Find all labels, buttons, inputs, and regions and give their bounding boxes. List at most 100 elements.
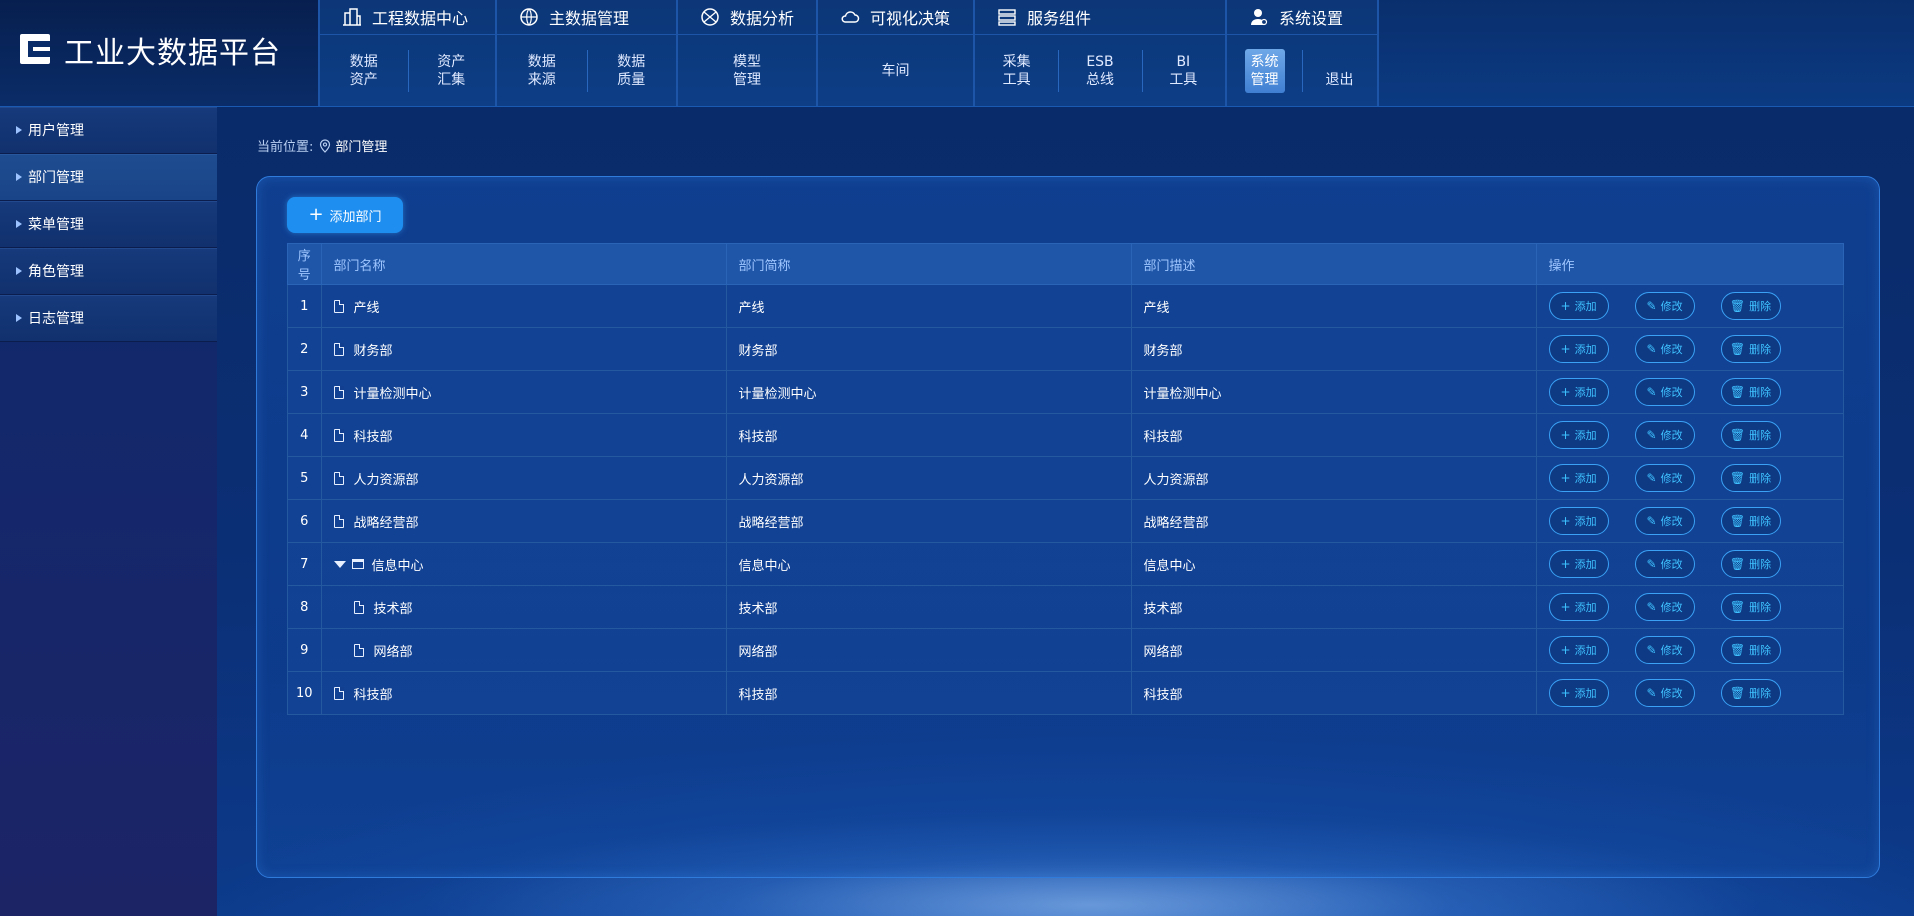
row-add-button[interactable]: + 添加: [1548, 464, 1609, 492]
nav-head-master-data[interactable]: 主数据管理: [497, 0, 676, 35]
row-add-button[interactable]: + 添加: [1548, 421, 1609, 449]
sidebar-item-menus[interactable]: 菜单管理: [0, 201, 217, 248]
nav-head-visualization[interactable]: 可视化决策: [818, 0, 973, 35]
row-edit-button[interactable]: ✎ 修改: [1634, 335, 1695, 363]
table-row: 7 信息中心 信息中心 信息中心 + 添加 ✎ 修改 🗑 删除: [287, 542, 1845, 586]
table-row: 9 网络部 网络部 网络部 + 添加 ✎ 修改 🗑 删除: [287, 628, 1845, 672]
cell-desc: 科技部: [1130, 413, 1537, 457]
row-edit-button[interactable]: ✎ 修改: [1634, 292, 1695, 320]
sidebar-item-users[interactable]: 用户管理: [0, 107, 217, 154]
row-edit-label: 修改: [1660, 558, 1683, 571]
row-edit-button[interactable]: ✎ 修改: [1634, 636, 1695, 664]
nav-item-data-assets[interactable]: 数据 资产: [320, 36, 408, 106]
nav-item-data-quality[interactable]: 数据 质量: [586, 36, 677, 106]
cell-name: 技术部: [320, 585, 727, 629]
sidebar-item-logs[interactable]: 日志管理: [0, 295, 217, 342]
department-name: 产线: [353, 300, 380, 316]
cell-name: 网络部: [320, 628, 727, 672]
cell-short: 人力资源部: [725, 456, 1132, 500]
pencil-icon: ✎: [1646, 428, 1657, 442]
row-add-button[interactable]: + 添加: [1548, 335, 1609, 363]
row-delete-button[interactable]: 🗑 删除: [1720, 464, 1781, 492]
row-add-button[interactable]: + 添加: [1548, 593, 1609, 621]
row-edit-button[interactable]: ✎ 修改: [1634, 507, 1695, 535]
nav-item-asset-collection[interactable]: 资产 汇集: [407, 36, 496, 106]
cell-actions: + 添加 ✎ 修改 🗑 删除: [1535, 585, 1845, 629]
nav-item-data-source[interactable]: 数据 来源: [497, 36, 587, 106]
caret-right-icon: [16, 314, 22, 322]
row-add-label: 添加: [1574, 644, 1597, 657]
table-header-row: 序号 部门名称 部门简称 部门描述 操作: [287, 243, 1845, 285]
row-add-button[interactable]: + 添加: [1548, 636, 1609, 664]
row-delete-button[interactable]: 🗑 删除: [1720, 421, 1781, 449]
table-row: 4 科技部 科技部 科技部 + 添加 ✎ 修改 🗑 删除: [287, 413, 1845, 457]
row-delete-button[interactable]: 🗑 删除: [1720, 292, 1781, 320]
cell-no: 3: [287, 370, 322, 414]
nav-item-collection-tools[interactable]: 采集 工具: [975, 36, 1058, 106]
row-delete-label: 删除: [1749, 343, 1772, 356]
plus-icon: +: [1560, 299, 1571, 313]
row-add-button[interactable]: + 添加: [1548, 550, 1609, 578]
row-edit-button[interactable]: ✎ 修改: [1634, 679, 1695, 707]
content-panel: + 添加部门 序号 部门名称 部门简称 部门描述 操作 1 产线 产线 产线 + 添加 ✎ 修…: [256, 176, 1880, 878]
nav-item-model-management[interactable]: 模型 管理: [678, 36, 816, 106]
document-icon: [333, 342, 344, 356]
trash-icon: 🗑: [1729, 471, 1746, 485]
row-add-label: 添加: [1574, 558, 1597, 571]
row-edit-button[interactable]: ✎ 修改: [1634, 550, 1695, 578]
sidebar-item-roles[interactable]: 角色管理: [0, 248, 217, 295]
nav-item-esb-bus[interactable]: ESB 总线: [1058, 36, 1141, 106]
cell-no: 7: [287, 542, 322, 586]
nav-head-services[interactable]: 服务组件: [975, 0, 1225, 35]
table-row: 3 计量检测中心 计量检测中心 计量检测中心 + 添加 ✎ 修改 🗑 删除: [287, 370, 1845, 414]
logo-icon: [20, 34, 50, 64]
plus-icon: +: [1560, 514, 1571, 528]
nav-item-bi-tools[interactable]: BI 工具: [1141, 36, 1225, 106]
cell-short: 计量检测中心: [725, 370, 1132, 414]
cell-short: 技术部: [725, 585, 1132, 629]
nav-head-system-settings[interactable]: 系统设置: [1227, 0, 1377, 35]
row-add-button[interactable]: + 添加: [1548, 679, 1609, 707]
nav-item-system-management[interactable]: 系统 管理: [1227, 36, 1302, 106]
trash-icon: 🗑: [1729, 686, 1746, 700]
add-department-button[interactable]: + 添加部门: [287, 197, 403, 233]
row-add-button[interactable]: + 添加: [1548, 507, 1609, 535]
cell-name: 财务部: [320, 327, 727, 371]
plus-icon: +: [1560, 686, 1571, 700]
cell-desc: 战略经营部: [1130, 499, 1537, 543]
nav-item-workshop[interactable]: 车间: [818, 36, 973, 106]
row-delete-button[interactable]: 🗑 删除: [1720, 335, 1781, 363]
cell-actions: + 添加 ✎ 修改 🗑 删除: [1535, 284, 1845, 328]
row-edit-button[interactable]: ✎ 修改: [1634, 464, 1695, 492]
row-add-button[interactable]: + 添加: [1548, 292, 1609, 320]
row-edit-button[interactable]: ✎ 修改: [1634, 421, 1695, 449]
caret-down-icon[interactable]: [333, 560, 346, 568]
cell-desc: 科技部: [1130, 671, 1537, 715]
plus-icon: +: [1560, 428, 1571, 442]
row-delete-button[interactable]: 🗑 删除: [1720, 636, 1781, 664]
row-add-label: 添加: [1574, 300, 1597, 313]
sidebar-item-label: 部门管理: [28, 170, 84, 186]
department-name: 人力资源部: [353, 472, 419, 488]
col-header-desc: 部门描述: [1130, 243, 1537, 285]
col-header-actions: 操作: [1535, 243, 1845, 285]
row-delete-button[interactable]: 🗑 删除: [1720, 550, 1781, 578]
row-delete-button[interactable]: 🗑 删除: [1720, 593, 1781, 621]
nav-head-analysis[interactable]: 数据分析: [678, 0, 816, 35]
sidebar: 用户管理 部门管理 菜单管理 角色管理 日志管理: [0, 107, 217, 916]
row-delete-button[interactable]: 🗑 删除: [1720, 378, 1781, 406]
row-edit-button[interactable]: ✎ 修改: [1634, 593, 1695, 621]
nav-head-engineering[interactable]: 工程数据中心: [320, 0, 495, 35]
trash-icon: 🗑: [1729, 557, 1746, 571]
sidebar-item-departments[interactable]: 部门管理: [0, 154, 217, 201]
department-name: 财务部: [353, 343, 393, 359]
row-edit-button[interactable]: ✎ 修改: [1634, 378, 1695, 406]
nav-item-label: 退出: [1325, 72, 1354, 88]
row-delete-button[interactable]: 🗑 删除: [1720, 507, 1781, 535]
row-delete-button[interactable]: 🗑 删除: [1720, 679, 1781, 707]
row-add-button[interactable]: + 添加: [1548, 378, 1609, 406]
caret-right-icon: [16, 220, 22, 228]
nav-item-logout[interactable]: 退出: [1302, 36, 1377, 106]
table-row: 2 财务部 财务部 财务部 + 添加 ✎ 修改 🗑 删除: [287, 327, 1845, 371]
cell-short: 财务部: [725, 327, 1132, 371]
